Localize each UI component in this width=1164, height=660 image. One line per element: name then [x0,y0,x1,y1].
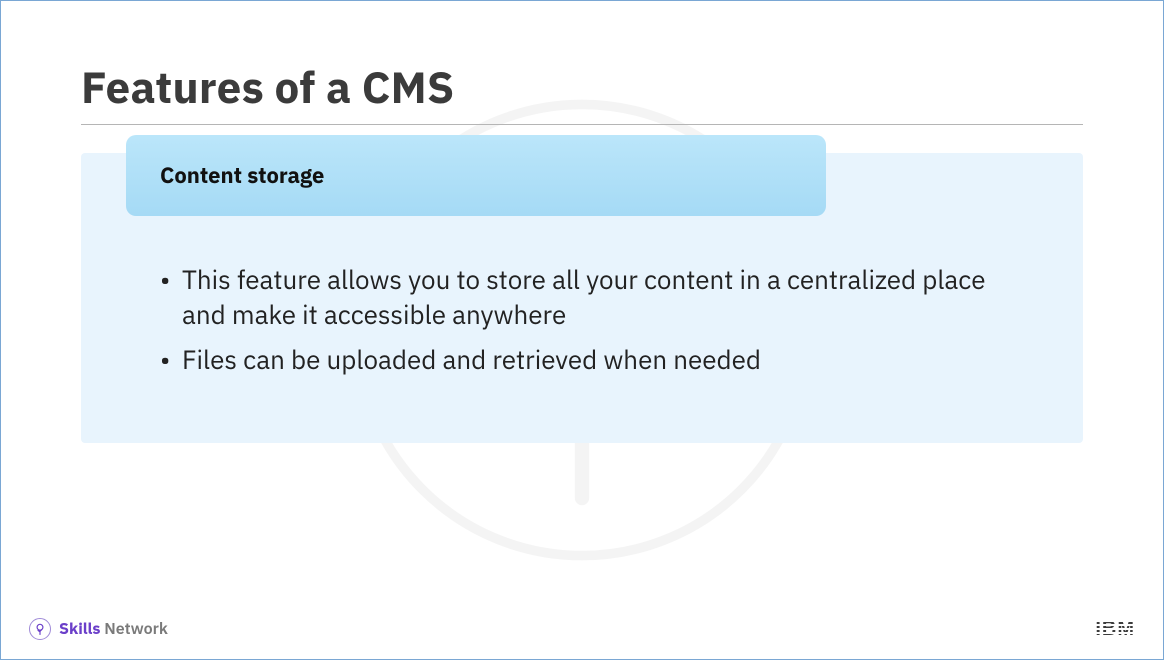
skills-network-brand: Skills Network [29,618,168,640]
list-item: This feature allows you to store all you… [156,263,1023,333]
ibm-logo: IBM [1095,618,1135,641]
feature-header: Content storage [126,135,826,216]
bullet-list: This feature allows you to store all you… [156,263,1023,378]
slide-footer: Skills Network IBM [1,609,1163,659]
list-item: Files can be uploaded and retrieved when… [156,343,1023,378]
brand-word-skills: Skills [59,619,100,639]
feature-panel: This feature allows you to store all you… [81,153,1083,443]
tree-icon [29,618,51,640]
slide-title: Features of a CMS [81,59,1083,125]
brand-word-network: Network [104,619,168,639]
slide-content: Features of a CMS This feature allows yo… [1,1,1163,659]
